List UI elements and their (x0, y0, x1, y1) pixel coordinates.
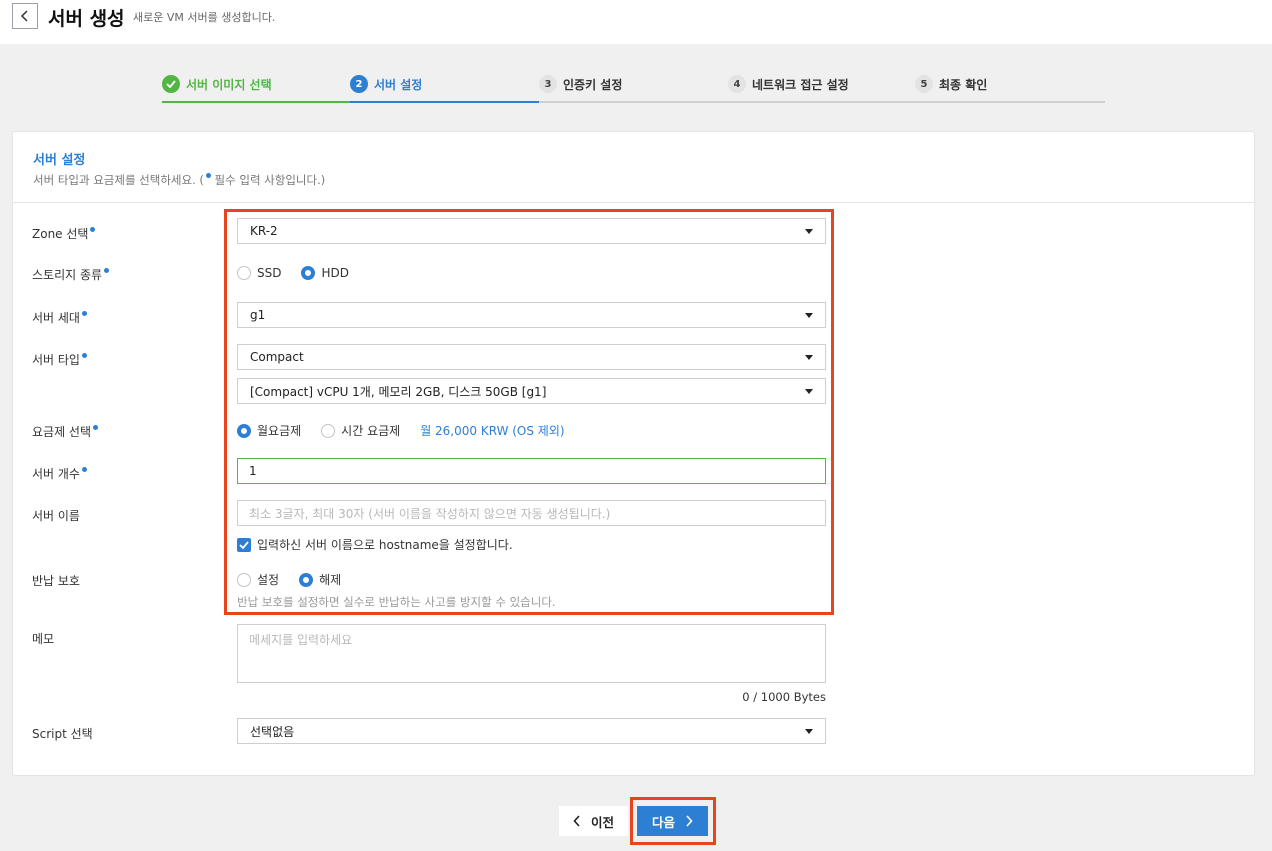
return-protection-radio-group: 설정 해제 (237, 571, 361, 588)
next-button[interactable]: 다음 (637, 806, 708, 836)
caret-down-icon (805, 729, 813, 734)
memo-label: 메모 (32, 632, 55, 646)
server-type-label: 서버 타입 (32, 351, 87, 368)
step-label: 서버 이미지 선택 (186, 77, 272, 92)
required-dot-icon (81, 353, 87, 358)
hostname-checkbox-row: 입력하신 서버 이름으로 hostname을 설정합니다. (237, 536, 513, 553)
step-server-settings[interactable]: 2 서버 설정 (350, 70, 539, 103)
panel-header: 서버 설정 서버 타입과 요금제를 선택하세요. ( 필수 입력 사항입니다.) (13, 132, 1254, 203)
plan-radio-group: 월요금제 시간 요금제 월 26,000 KRW (OS 제외) (237, 422, 565, 439)
required-dot-icon (90, 227, 96, 232)
step-number: 4 (728, 75, 746, 93)
memo-textarea[interactable]: 메세지를 입력하세요 (237, 624, 826, 683)
step-server-image[interactable]: 서버 이미지 선택 (162, 70, 350, 103)
protection-off-radio[interactable]: 해제 (299, 571, 341, 588)
return-protection-hint: 반납 보호를 설정하면 실수로 반납하는 사고를 방지할 수 있습니다. (237, 595, 556, 609)
caret-down-icon (805, 313, 813, 318)
page-title: 서버 생성 (48, 8, 125, 30)
required-dot-icon (81, 311, 87, 316)
storage-type-label: 스토리지 종류 (32, 266, 110, 283)
radio-on-icon (237, 423, 251, 438)
section-title: 서버 설정 (33, 153, 86, 168)
server-count-input[interactable]: 1 (237, 458, 826, 484)
protection-on-radio[interactable]: 설정 (237, 571, 279, 588)
radio-off-icon (321, 423, 336, 438)
step-network-access[interactable]: 4 네트워크 접근 설정 (728, 70, 915, 103)
chevron-left-icon (20, 10, 28, 22)
storage-hdd-radio[interactable]: HDD (301, 266, 349, 280)
wizard-stepper: 서버 이미지 선택 2 서버 설정 3 인증키 설정 4 네트워크 접근 설정 … (162, 70, 1105, 103)
prev-button[interactable]: 이전 (559, 806, 628, 836)
step-underline (162, 101, 350, 103)
zone-select[interactable]: KR-2 (237, 218, 826, 244)
step-label: 서버 설정 (374, 77, 423, 92)
radio-on-icon (301, 266, 316, 280)
script-select[interactable]: 선택없음 (237, 718, 826, 744)
step-auth-key[interactable]: 3 인증키 설정 (539, 70, 728, 103)
step-final-confirm[interactable]: 5 최종 확인 (915, 70, 1105, 103)
step-number: 2 (350, 75, 368, 93)
check-icon (162, 75, 180, 93)
server-name-input[interactable]: 최소 3글자, 최대 30자 (서버 이름을 작성하지 않으면 자동 생성됩니다… (237, 500, 826, 526)
radio-off-icon (237, 572, 251, 587)
step-label: 최종 확인 (939, 77, 988, 92)
plan-monthly-radio[interactable]: 월요금제 (237, 422, 301, 439)
storage-type-radio-group: SSD HDD (237, 266, 369, 280)
memo-byte-counter: 0 / 1000 Bytes (742, 690, 826, 704)
server-count-label: 서버 개수 (32, 465, 87, 482)
server-name-label: 서버 이름 (32, 509, 80, 523)
section-description: 서버 타입과 요금제를 선택하세요. ( 필수 입력 사항입니다.) (33, 173, 326, 187)
chevron-right-icon (686, 815, 693, 827)
step-number: 3 (539, 75, 557, 93)
page-subtitle: 새로운 VM 서버를 생성합니다. (133, 11, 276, 24)
step-underline (350, 101, 539, 103)
required-dot-icon (81, 467, 87, 472)
server-generation-select[interactable]: g1 (237, 302, 826, 328)
caret-down-icon (805, 229, 813, 234)
radio-off-icon (237, 266, 251, 280)
chevron-left-icon (573, 815, 580, 827)
plan-label: 요금제 선택 (32, 423, 99, 440)
hostname-checkbox[interactable] (237, 537, 251, 552)
hostname-checkbox-label: 입력하신 서버 이름으로 hostname을 설정합니다. (257, 538, 513, 552)
caret-down-icon (805, 355, 813, 360)
script-label: Script 선택 (32, 727, 93, 741)
step-label: 인증키 설정 (563, 77, 623, 92)
required-dot-icon (104, 268, 110, 273)
server-generation-label: 서버 세대 (32, 309, 87, 326)
caret-down-icon (805, 389, 813, 394)
server-type-select[interactable]: Compact (237, 344, 826, 370)
step-number: 5 (915, 75, 933, 93)
server-spec-select[interactable]: [Compact] vCPU 1개, 메모리 2GB, 디스크 50GB [g1… (237, 378, 826, 404)
plan-price: 월 26,000 KRW (OS 제외) (420, 424, 565, 438)
radio-on-icon (299, 572, 314, 587)
checkmark-icon (239, 540, 249, 549)
step-label: 네트워크 접근 설정 (752, 77, 849, 92)
zone-label: Zone 선택 (32, 225, 96, 242)
storage-ssd-radio[interactable]: SSD (237, 266, 281, 280)
plan-hourly-radio[interactable]: 시간 요금제 (321, 422, 400, 439)
back-button[interactable] (12, 3, 38, 29)
page-header: 서버 생성 새로운 VM 서버를 생성합니다. (0, 0, 1272, 44)
required-dot-icon (93, 425, 99, 430)
return-protection-label: 반납 보호 (32, 574, 80, 588)
